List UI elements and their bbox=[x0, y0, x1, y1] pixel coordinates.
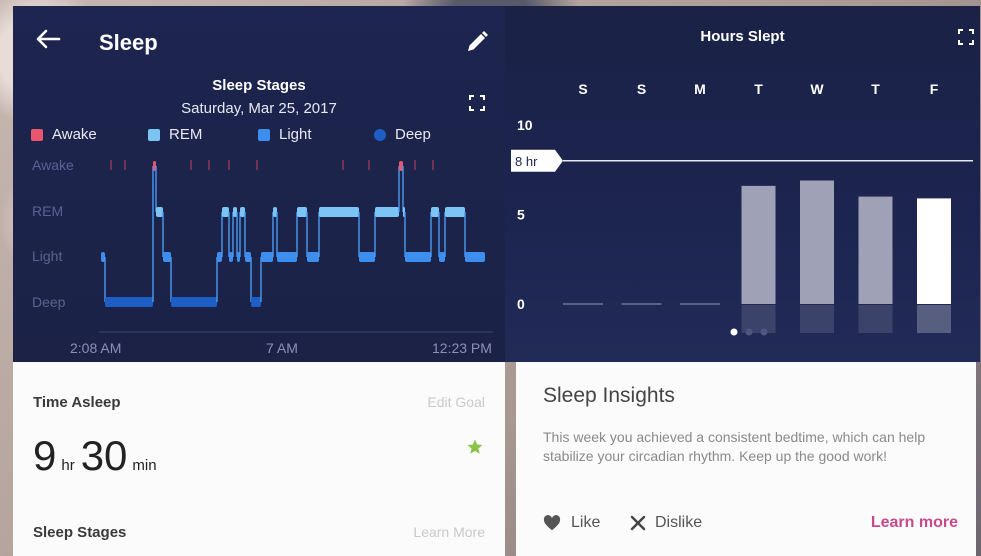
bar bbox=[917, 198, 951, 304]
day-label: T bbox=[871, 81, 880, 97]
stage-segment bbox=[261, 252, 273, 262]
learn-more-button[interactable]: Learn more bbox=[871, 514, 958, 532]
stages-title: Sleep Stages bbox=[212, 77, 306, 94]
y-label-rem: REM bbox=[32, 203, 63, 219]
page-dot[interactable] bbox=[745, 328, 753, 336]
bar-reflection bbox=[741, 305, 776, 333]
stage-segment bbox=[277, 252, 297, 262]
stages-legend: Awake REM Light Deep bbox=[31, 126, 501, 146]
stage-segment bbox=[297, 207, 307, 217]
y-label-awake: Awake bbox=[32, 157, 74, 173]
edit-goal-link[interactable]: Edit Goal bbox=[427, 394, 485, 410]
legend-swatch-awake bbox=[31, 128, 43, 141]
bar-reflection bbox=[800, 305, 834, 333]
bar bbox=[741, 185, 776, 304]
hours-slept-title: Hours Slept bbox=[700, 28, 785, 45]
expand-icon[interactable] bbox=[468, 94, 486, 112]
time-asleep-value: 9 hr 30 min bbox=[33, 432, 163, 480]
sleep-stages-chart: Awake REM Light Deep 2:08 AM 7 AM 12:23 … bbox=[32, 157, 493, 356]
stage-segment bbox=[319, 207, 359, 217]
back-arrow-icon[interactable] bbox=[35, 28, 61, 50]
x-label-end: 12:23 PM bbox=[432, 340, 492, 356]
day-label: S bbox=[578, 81, 587, 97]
page-dot[interactable] bbox=[760, 328, 768, 336]
bar-reflection bbox=[917, 305, 951, 333]
hours-unit: hr bbox=[61, 457, 75, 474]
legend-rem: REM bbox=[148, 126, 202, 143]
legend-label: Deep bbox=[395, 126, 431, 143]
y-tick-label: 5 bbox=[517, 207, 525, 223]
stage-segment bbox=[222, 207, 229, 217]
x-label-start: 2:08 AM bbox=[70, 340, 121, 356]
page-title: Sleep bbox=[99, 30, 158, 55]
sleep-stages-label: Sleep Stages bbox=[33, 524, 127, 541]
stage-segment bbox=[445, 207, 465, 217]
y-tick-label: 0 bbox=[517, 296, 525, 312]
stage-segment bbox=[431, 207, 439, 217]
stage-segment bbox=[375, 207, 399, 217]
insights-title: Sleep Insights bbox=[543, 384, 675, 407]
goal-star-icon bbox=[467, 439, 483, 454]
y-label-light: Light bbox=[32, 248, 62, 264]
close-icon bbox=[630, 515, 646, 531]
page-dot[interactable] bbox=[730, 328, 738, 336]
stage-segment bbox=[171, 297, 217, 307]
stage-segment bbox=[240, 207, 245, 217]
x-label-mid: 7 AM bbox=[266, 340, 298, 356]
stage-segment bbox=[405, 252, 431, 262]
stage-segment bbox=[163, 252, 171, 262]
stage-segment bbox=[245, 252, 251, 262]
legend-swatch-light bbox=[258, 128, 270, 141]
legend-deep: Deep bbox=[374, 126, 431, 143]
time-asleep-card: Time Asleep Edit Goal 9 hr 30 min Sleep … bbox=[13, 362, 505, 556]
learn-more-link[interactable]: Learn More bbox=[413, 524, 485, 540]
stage-segment bbox=[251, 297, 261, 307]
bar bbox=[800, 180, 834, 304]
stage-segment bbox=[359, 252, 375, 262]
hours-slept-panel: Hours Slept 10 5 0 8 hr S S M T W T F bbox=[505, 6, 980, 362]
bar-reflection bbox=[858, 305, 893, 333]
minutes-unit: min bbox=[132, 457, 157, 474]
stage-segment bbox=[307, 252, 319, 262]
legend-swatch-deep bbox=[374, 128, 386, 141]
y-tick-label: 10 bbox=[517, 117, 533, 133]
pencil-icon[interactable] bbox=[465, 30, 489, 54]
day-label: S bbox=[637, 81, 646, 97]
like-button[interactable]: Like bbox=[543, 514, 600, 532]
minutes-value: 30 bbox=[80, 432, 128, 479]
hours-value: 9 bbox=[33, 432, 57, 479]
stage-segment bbox=[465, 252, 485, 262]
goal-label: 8 hr bbox=[515, 154, 538, 169]
legend-light: Light bbox=[258, 126, 312, 143]
bar bbox=[858, 196, 893, 304]
insights-text: This week you achieved a consistent bedt… bbox=[543, 429, 926, 464]
hours-slept-chart: 10 5 0 8 hr S S M T W T F bbox=[511, 81, 973, 336]
like-label: Like bbox=[571, 514, 601, 531]
stage-segment bbox=[105, 297, 153, 307]
day-label: W bbox=[810, 81, 824, 97]
legend-swatch-rem bbox=[148, 128, 160, 141]
legend-label: Light bbox=[279, 126, 312, 143]
dislike-button[interactable]: Dislike bbox=[630, 514, 702, 532]
y-label-deep: Deep bbox=[32, 294, 66, 310]
app-header: Sleep bbox=[13, 6, 505, 66]
stages-date: Saturday, Mar 25, 2017 bbox=[181, 100, 337, 117]
legend-awake: Awake bbox=[31, 126, 97, 143]
stage-segment bbox=[217, 252, 222, 262]
sleep-insights-card: Sleep Insights This week you achieved a … bbox=[516, 362, 976, 556]
stage-segment bbox=[156, 207, 163, 217]
legend-label: REM bbox=[169, 126, 203, 143]
day-label: T bbox=[754, 81, 763, 97]
stage-segment bbox=[439, 252, 445, 262]
day-label: F bbox=[930, 81, 939, 97]
sleep-stages-panel: Sleep Sleep Stages Saturday, Mar 25, 201… bbox=[13, 6, 505, 362]
time-asleep-label: Time Asleep bbox=[33, 394, 121, 411]
day-label: M bbox=[694, 81, 706, 97]
expand-icon[interactable] bbox=[957, 28, 975, 46]
legend-label: Awake bbox=[52, 126, 97, 143]
heart-icon bbox=[543, 515, 561, 531]
dislike-label: Dislike bbox=[655, 514, 703, 531]
